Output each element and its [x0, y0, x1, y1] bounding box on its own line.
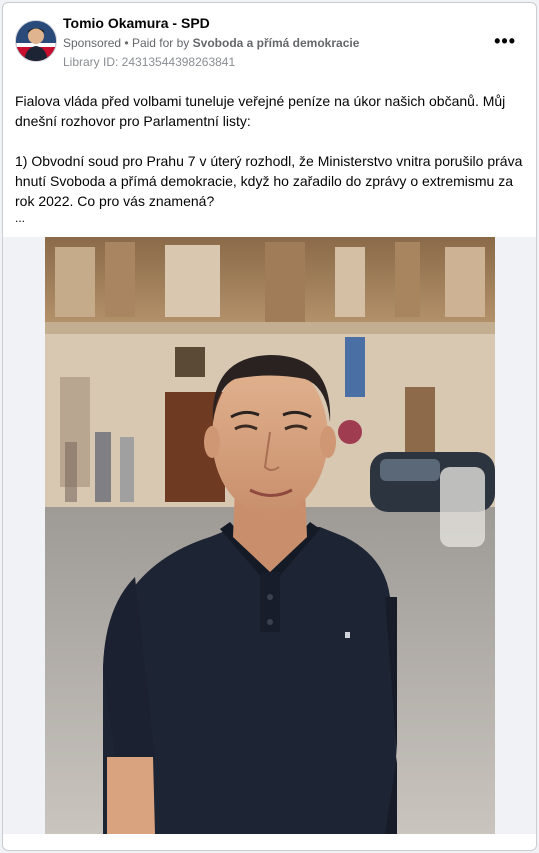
post-paragraph-2: 1) Obvodní soud pro Prahu 7 v úterý rozh…	[15, 153, 523, 209]
meta-separator: •	[124, 36, 132, 50]
paid-for-by-link[interactable]: Svoboda a přímá demokracie	[193, 36, 360, 50]
more-options-icon[interactable]: •••	[494, 31, 516, 52]
avatar-image	[16, 21, 56, 61]
photo-image	[45, 237, 495, 834]
page-name[interactable]: Tomio Okamura - SPD	[63, 15, 210, 31]
post-header: Tomio Okamura - SPD Sponsored • Paid for…	[3, 3, 536, 81]
post-text: Fialova vláda před volbami tuneluje veře…	[15, 91, 525, 225]
sponsored-line: Sponsored • Paid for by Svoboda a přímá …	[63, 36, 359, 50]
ad-card: Tomio Okamura - SPD Sponsored • Paid for…	[2, 2, 537, 851]
post-paragraph-1: Fialova vláda před volbami tuneluje veře…	[15, 93, 506, 129]
library-id: Library ID: 24313544398263841	[63, 55, 236, 69]
sponsored-label: Sponsored	[63, 36, 122, 50]
page-avatar[interactable]	[15, 20, 57, 62]
media-container	[3, 237, 536, 834]
post-photo[interactable]	[45, 237, 495, 834]
paid-for-prefix: Paid for by	[131, 36, 190, 50]
see-more-ellipsis[interactable]: ...	[15, 211, 525, 225]
